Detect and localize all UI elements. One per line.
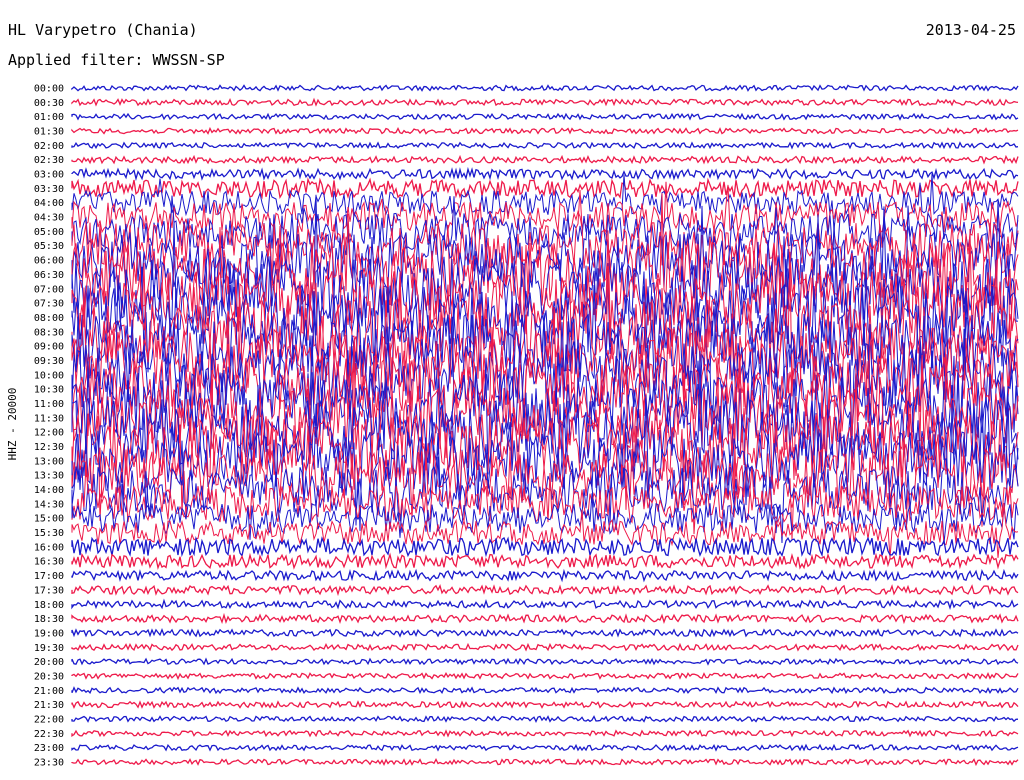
trace-row [71,173,1019,230]
trace-row [71,177,1019,200]
tick-label: 08:00 [34,313,64,324]
trace-row [71,671,1019,681]
tick-label: 08:30 [34,327,64,338]
tick-label: 22:30 [34,729,64,740]
tick-label: 15:00 [34,514,64,525]
trace-row [71,686,1019,695]
date-label: 2013-04-25 [926,21,1016,39]
tick-label: 17:00 [34,571,64,582]
tick-label: 19:00 [34,628,64,639]
trace-row [71,612,1019,625]
tick-label: 16:30 [34,557,64,568]
filter-label: Applied filter: WWSSN-SP [8,51,225,69]
trace-row [71,642,1019,652]
channel-label: HHZ - 20000 [6,388,19,461]
tick-label: 14:00 [34,485,64,496]
tick-label: 16:00 [34,542,64,553]
trace-row [71,154,1019,165]
tick-label: 07:00 [34,284,64,295]
tick-label: 10:30 [34,385,64,396]
trace-row [71,126,1019,135]
trace-row [71,598,1019,610]
seismogram-chart: HL Varypetro (Chania) 2013-04-25 Applied… [6,21,1019,769]
station-title: HL Varypetro (Chania) [8,21,198,39]
tick-label: 09:30 [34,356,64,367]
tick-label: 17:30 [34,585,64,596]
trace-row [71,628,1019,638]
tick-label: 13:00 [34,456,64,467]
trace-row [71,97,1019,107]
seismic-traces [71,84,1019,767]
tick-label: 12:30 [34,442,64,453]
trace-row [71,141,1019,150]
tick-label: 19:30 [34,643,64,654]
tick-label: 11:00 [34,399,64,410]
tick-label: 09:00 [34,342,64,353]
trace-row [71,583,1019,597]
tick-label: 07:30 [34,299,64,310]
trace-row [71,657,1019,666]
tick-label: 03:30 [34,184,64,195]
tick-label: 01:00 [34,112,64,123]
tick-label: 18:30 [34,614,64,625]
tick-label: 22:00 [34,714,64,725]
trace-row [71,112,1019,121]
tick-label: 04:00 [34,198,64,209]
tick-label: 00:30 [34,98,64,109]
tick-label: 15:30 [34,528,64,539]
tick-label: 10:00 [34,370,64,381]
trace-row [71,568,1019,583]
trace-row [71,166,1019,182]
tick-label: 20:00 [34,657,64,668]
tick-label: 01:30 [34,127,64,138]
trace-row [71,700,1019,710]
tick-label: 03:00 [34,170,64,181]
tick-label: 21:00 [34,686,64,697]
tick-label: 04:30 [34,213,64,224]
tick-label: 05:00 [34,227,64,238]
tick-label: 05:30 [34,241,64,252]
tick-label: 00:00 [34,84,64,95]
trace-row [71,715,1019,724]
tick-label: 21:30 [34,700,64,711]
trace-row [71,757,1019,767]
tick-label: 02:30 [34,155,64,166]
tick-label: 12:00 [34,428,64,439]
tick-label: 20:30 [34,671,64,682]
time-tick-labels: 00:00 00:30 01:00 01:30 02:00 02:30 03:00 03:30… [34,84,64,769]
trace-row [71,84,1019,92]
tick-label: 13:30 [34,471,64,482]
trace-row [71,552,1019,571]
tick-label: 18:00 [34,600,64,611]
tick-label: 06:00 [34,256,64,267]
trace-row [71,729,1019,738]
trace-row [71,536,1019,558]
tick-label: 11:30 [34,413,64,424]
tick-label: 14:30 [34,499,64,510]
tick-label: 23:00 [34,743,64,754]
tick-label: 02:00 [34,141,64,152]
trace-row [71,743,1019,752]
tick-label: 23:30 [34,758,64,769]
tick-label: 06:30 [34,270,64,281]
